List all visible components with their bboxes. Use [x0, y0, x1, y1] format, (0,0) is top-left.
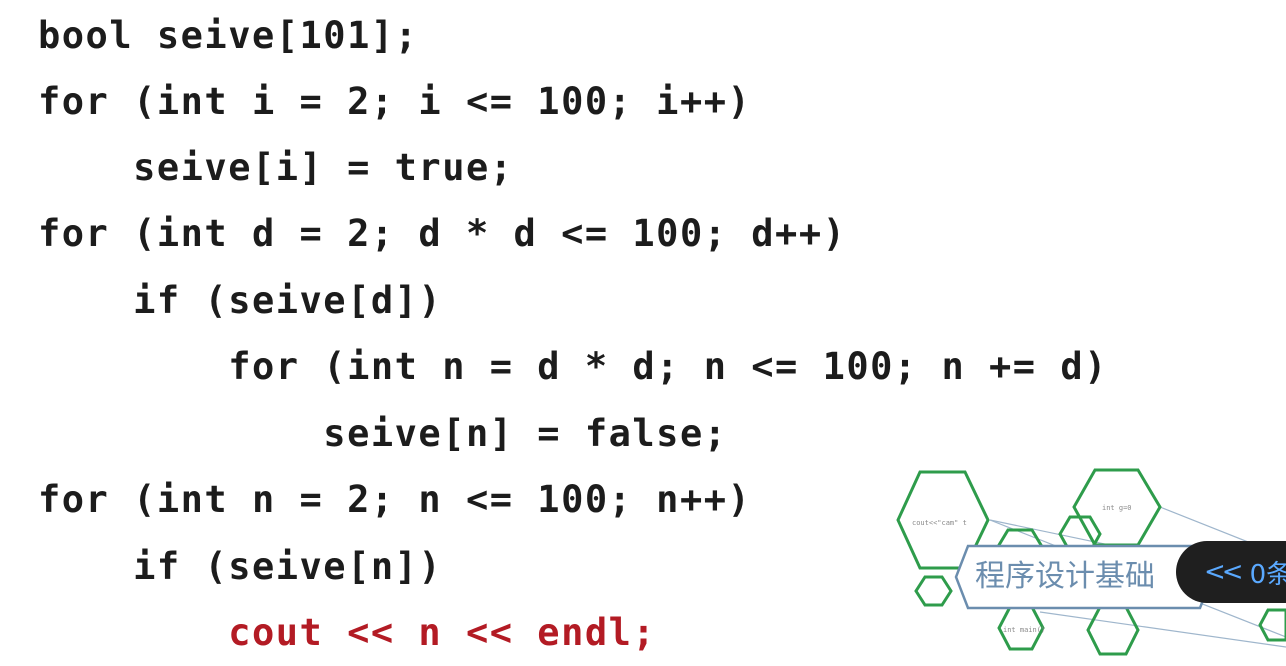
- code-line: for (int i = 2; i <= 100; i++): [38, 80, 752, 123]
- comment-toggle-button[interactable]: << 0条: [1176, 541, 1286, 603]
- code-line: seive[n] = false;: [38, 412, 728, 455]
- hex-label: int g=0: [1102, 504, 1132, 512]
- hexagon-shape: [1086, 605, 1140, 656]
- code-block: bool seive[101]; for (int i = 2; i <= 10…: [38, 0, 1106, 654]
- code-line: if (seive[n]): [38, 545, 443, 588]
- code-line: for (int n = d * d; n <= 100; n += d): [38, 345, 1108, 388]
- comment-count-label: 0条: [1249, 559, 1286, 590]
- code-line-highlighted: cout << n << endl;: [38, 611, 657, 654]
- code-line: for (int d = 2; d * d <= 100; d++): [38, 212, 847, 255]
- chevron-left-icon: <<: [1204, 557, 1244, 587]
- hex-label: int main(): [1003, 626, 1045, 634]
- code-line: seive[i] = true;: [38, 146, 514, 189]
- code-line: for (int n = 2; n <= 100; n++): [38, 478, 752, 521]
- hex-label: cout<<"cam" t: [912, 519, 967, 527]
- hexagon-shape: [914, 575, 953, 607]
- code-line: if (seive[d]): [38, 279, 443, 322]
- code-line: bool seive[101];: [38, 14, 419, 57]
